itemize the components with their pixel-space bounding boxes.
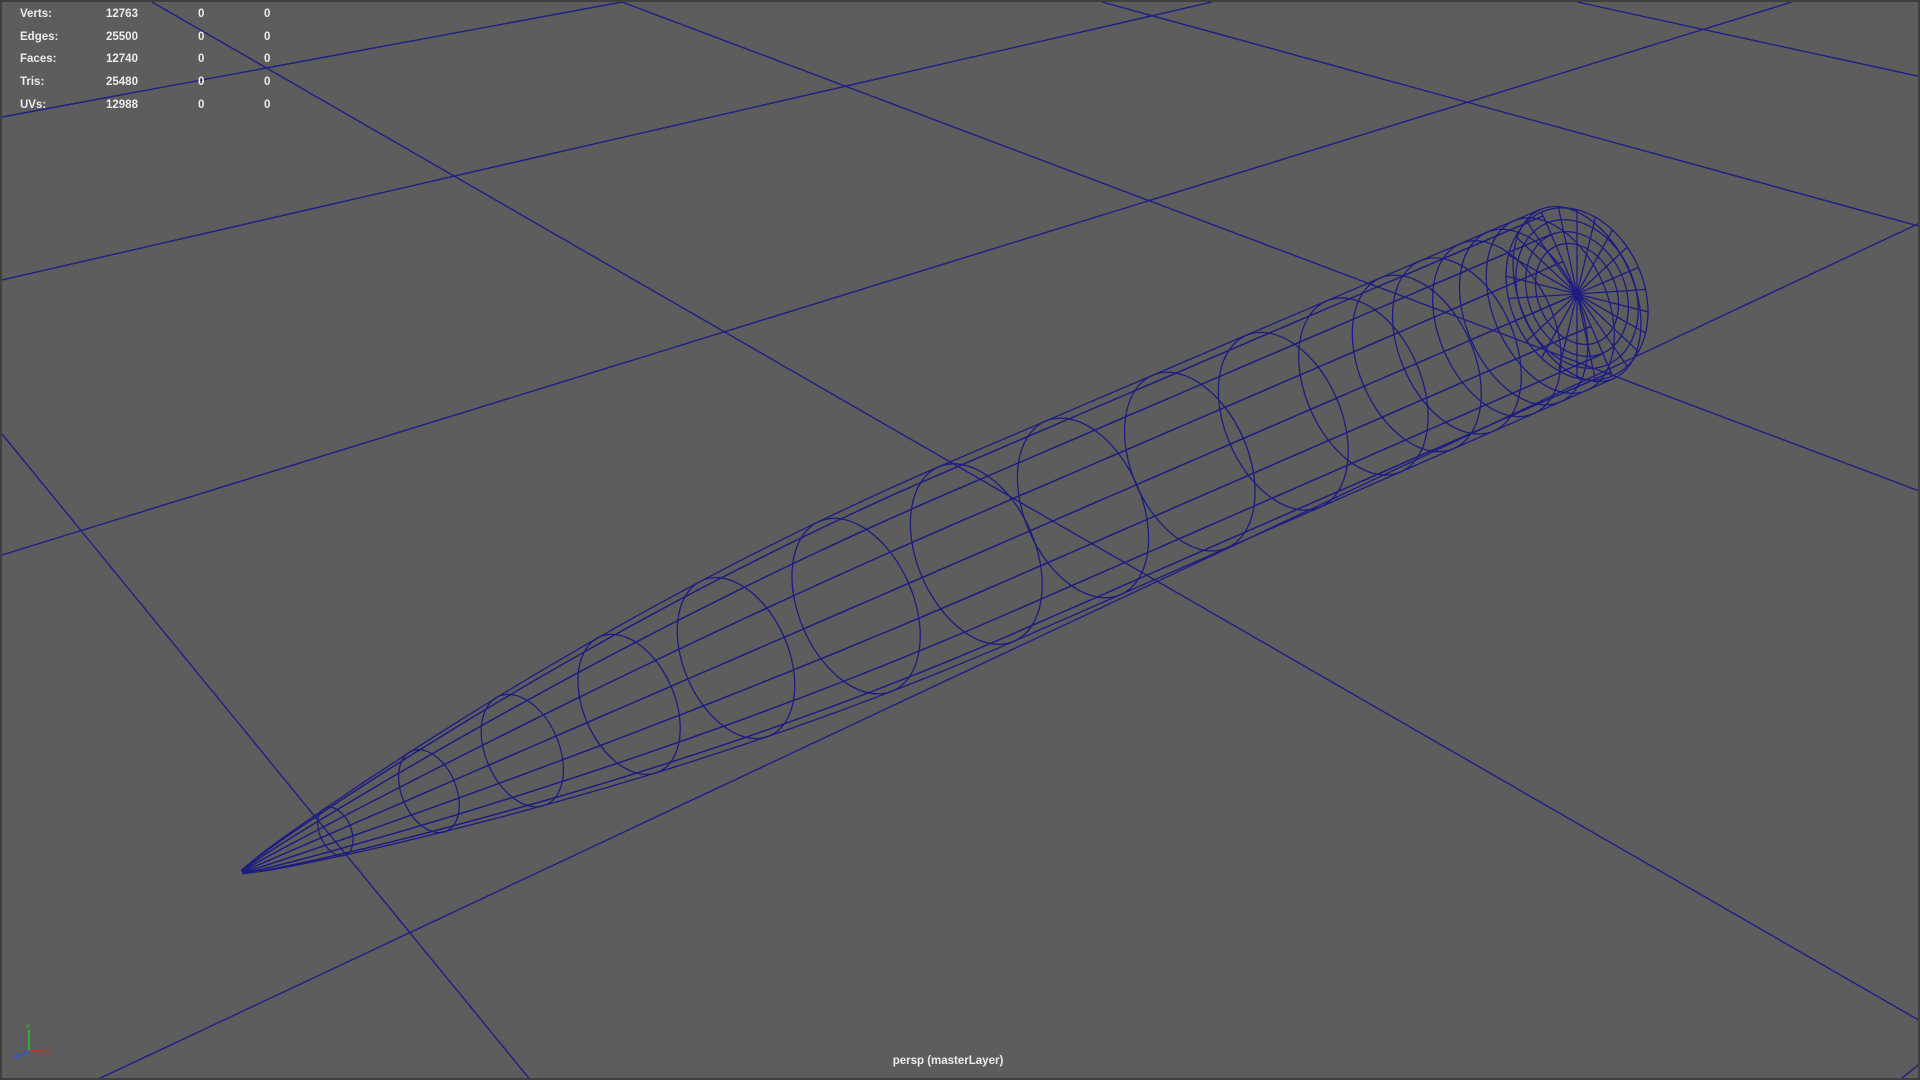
mesh-edge [242, 325, 1592, 874]
hud-sel: 0 [198, 8, 205, 20]
cap-spoke [1576, 293, 1639, 353]
camera-label: persp (masterLayer) [892, 1055, 1004, 1067]
hud-label: Verts: [20, 8, 52, 20]
grid-line [1101, 2, 1918, 227]
hud-total: 25480 [106, 76, 138, 89]
hud-total: 12988 [106, 98, 138, 111]
axis-z-label: Z [13, 1052, 18, 1060]
mesh-edge [242, 378, 1614, 875]
axis-z-line [17, 1050, 30, 1058]
hud-label: UVs: [20, 98, 47, 111]
hud-total: 12740 [106, 53, 138, 66]
hud-sel: 0 [198, 98, 205, 111]
mesh-edge [242, 371, 1612, 875]
axis-gizmo-icon: Y Z X [13, 1023, 51, 1060]
hud-sel: 0 [198, 76, 205, 89]
mesh-edge [240, 215, 1544, 871]
cap-spoke [1540, 293, 1578, 359]
mesh-edge [240, 215, 1544, 871]
hud-label: Tris: [20, 76, 45, 89]
axis-x-label: X [46, 1048, 51, 1056]
hud-comp: 0 [264, 53, 271, 66]
scene-canvas[interactable] [2, 2, 1920, 1080]
hud-total: 25500 [106, 30, 138, 43]
mesh-edge [241, 261, 1564, 872]
hud-comp: 0 [264, 8, 271, 20]
grid-line [98, 223, 1918, 1078]
grid-line [2, 433, 530, 1078]
mesh-edge [241, 233, 1552, 872]
mesh-edge [241, 261, 1564, 872]
grid-line [621, 2, 1918, 492]
cap-spoke [1515, 235, 1578, 295]
mesh-edge [241, 293, 1578, 873]
cap-spoke [1576, 229, 1614, 295]
cap-spoke [1508, 254, 1578, 295]
mesh-edge [241, 233, 1552, 872]
hud-row: Verts: 12763 0 0 [20, 3, 304, 26]
hud-comp: 0 [264, 76, 271, 89]
perspective-viewport[interactable]: Verts: 12763 0 0 Edges: 25500 0 0 Faces: 12740 0 0 T… [0, 0, 1920, 1080]
hud-sel: 0 [198, 30, 205, 43]
mesh-edge [242, 353, 1604, 874]
grid-line [1576, 2, 1918, 77]
hud-row: Faces: 12740 0 0 [20, 48, 304, 71]
hud-label: Edges: [20, 30, 59, 43]
hud-row: UVs: 12988 0 0 [20, 94, 304, 117]
hud-label: Faces: [20, 53, 57, 66]
hud-comp: 0 [264, 30, 271, 43]
cap-spoke [1557, 293, 1578, 371]
grid-line [1900, 1064, 1918, 1078]
hud-total: 12763 [106, 8, 138, 20]
hud-row: Edges: 25500 0 0 [20, 26, 304, 49]
grid-line [151, 2, 1918, 1021]
poly-count-hud: Verts: 12763 0 0 Edges: 25500 0 0 Faces: 12740 0 0 T… [20, 3, 304, 116]
cap-spoke [1576, 293, 1646, 334]
cap-spoke [1576, 217, 1597, 295]
hud-sel: 0 [198, 53, 205, 66]
axis-y-label: Y [25, 1023, 31, 1031]
ground-grid [2, 2, 1918, 1078]
mesh-edge [242, 325, 1592, 874]
mesh-edge [242, 353, 1604, 874]
mesh-edge [242, 371, 1612, 875]
bullet-wireframe-mesh[interactable] [240, 185, 1674, 875]
hud-row: Tris: 25480 0 0 [20, 71, 304, 94]
hud-comp: 0 [264, 98, 271, 111]
mesh-edge [240, 208, 1541, 871]
